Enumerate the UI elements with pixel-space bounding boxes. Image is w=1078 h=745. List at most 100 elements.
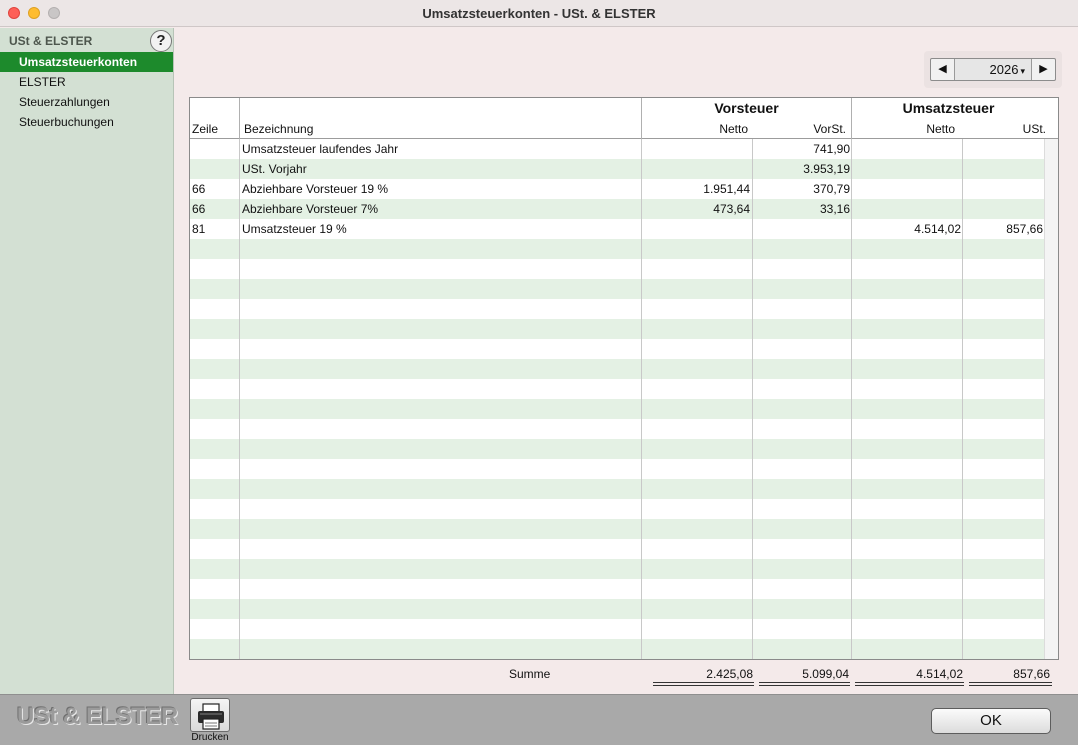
empty-table-row[interactable] <box>190 459 1044 479</box>
total-underline <box>969 682 1052 686</box>
table-row[interactable]: Umsatzsteuer laufendes Jahr 741,90 <box>190 139 1044 159</box>
year-selector: ◀ 2026 ▾ ▶ <box>924 51 1062 88</box>
bottom-toolbar: USt & ELSTER Drucken OK <box>0 694 1078 745</box>
empty-table-row[interactable] <box>190 299 1044 319</box>
cell-ust <box>963 199 1043 219</box>
column-divider <box>851 139 852 659</box>
sidebar-item-umsatzsteuerkonten[interactable]: Umsatzsteuerkonten <box>0 52 173 72</box>
column-divider <box>239 139 240 659</box>
print-button[interactable] <box>190 698 230 732</box>
empty-table-row[interactable] <box>190 519 1044 539</box>
cell-vorsteuer-netto <box>642 159 750 179</box>
table-row[interactable]: USt. Vorjahr 3.953,19 <box>190 159 1044 179</box>
empty-table-row[interactable] <box>190 439 1044 459</box>
empty-table-row[interactable] <box>190 339 1044 359</box>
empty-table-row[interactable] <box>190 239 1044 259</box>
header-ust[interactable]: USt. <box>963 122 1046 136</box>
header-umsatzsteuer-netto[interactable]: Netto <box>852 122 955 136</box>
summe-vorst: 5.099,04 <box>802 667 849 681</box>
vertical-scrollbar[interactable] <box>1044 139 1058 659</box>
print-button-label: Drucken <box>191 732 229 743</box>
total-underline <box>653 682 754 686</box>
cell-ust <box>963 159 1043 179</box>
cell-umsatzsteuer-netto <box>852 139 961 159</box>
cell-ust <box>963 139 1043 159</box>
empty-table-row[interactable] <box>190 599 1044 619</box>
sidebar-item-steuerbuchungen[interactable]: Steuerbuchungen <box>0 112 173 132</box>
cell-bezeichnung: Umsatzsteuer laufendes Jahr <box>242 142 399 156</box>
cell-vorsteuer-netto: 473,64 <box>713 202 750 216</box>
table-row[interactable]: 81 Umsatzsteuer 19 % 4.514,02 857,66 <box>190 219 1044 239</box>
printer-icon <box>198 703 224 730</box>
cell-vorsteuer-netto: 1.951,44 <box>703 182 750 196</box>
cell-umsatzsteuer-netto <box>852 199 961 219</box>
cell-vorsteuer-netto <box>642 139 750 159</box>
empty-table-row[interactable] <box>190 639 1044 659</box>
cell-bezeichnung: USt. Vorjahr <box>242 162 307 176</box>
header-vorst[interactable]: VorSt. <box>753 122 846 136</box>
cell-ust <box>963 179 1043 199</box>
sidebar-item-elster[interactable]: ELSTER <box>0 72 173 92</box>
column-divider <box>641 139 642 659</box>
window-title: Umsatzsteuerkonten - USt. & ELSTER <box>422 6 656 21</box>
empty-table-row[interactable] <box>190 379 1044 399</box>
header-bezeichnung[interactable]: Bezeichnung <box>244 122 444 136</box>
cell-ust: 857,66 <box>1006 222 1043 236</box>
next-year-button[interactable]: ▶ <box>1031 59 1055 80</box>
empty-table-row[interactable] <box>190 499 1044 519</box>
cell-bezeichnung: Abziehbare Vorsteuer 19 % <box>242 182 389 196</box>
summe-umsatzsteuer-netto: 4.514,02 <box>916 667 963 681</box>
tax-accounts-table: Vorsteuer Umsatzsteuer Zeile Bezeichnung… <box>189 97 1059 660</box>
table-row[interactable]: 66 Abziehbare Vorsteuer 7% 473,64 33,16 <box>190 199 1044 219</box>
sidebar: USt & ELSTER ? Umsatzsteuerkonten ELSTER… <box>0 28 174 694</box>
total-underline <box>855 682 964 686</box>
sidebar-section-title: USt & ELSTER <box>9 34 93 48</box>
cell-bezeichnung: Umsatzsteuer 19 % <box>242 222 347 236</box>
header-umsatzsteuer: Umsatzsteuer <box>902 100 995 116</box>
cell-zeile <box>192 159 236 179</box>
header-divider <box>239 98 240 139</box>
empty-table-row[interactable] <box>190 559 1044 579</box>
ok-button[interactable]: OK <box>931 708 1051 734</box>
cell-zeile <box>192 139 236 159</box>
table-row[interactable]: 66 Abziehbare Vorsteuer 19 % 1.951,44 37… <box>190 179 1044 199</box>
empty-table-row[interactable] <box>190 259 1044 279</box>
cell-umsatzsteuer-netto <box>852 179 961 199</box>
cell-vorst: 3.953,19 <box>803 162 850 176</box>
header-vorsteuer: Vorsteuer <box>714 100 779 116</box>
header-zeile[interactable]: Zeile <box>192 122 232 136</box>
cell-zeile: 66 <box>192 202 206 216</box>
cell-bezeichnung: Abziehbare Vorsteuer 7% <box>242 202 379 216</box>
column-divider <box>752 139 753 659</box>
sidebar-item-steuerzahlungen[interactable]: Steuerzahlungen <box>0 92 173 112</box>
cell-umsatzsteuer-netto: 4.514,02 <box>914 222 961 236</box>
cell-vorst: 370,79 <box>813 182 850 196</box>
header-vorsteuer-netto[interactable]: Netto <box>642 122 748 136</box>
empty-table-row[interactable] <box>190 279 1044 299</box>
summe-label: Summe <box>509 667 551 681</box>
empty-table-row[interactable] <box>190 539 1044 559</box>
empty-table-row[interactable] <box>190 359 1044 379</box>
year-dropdown[interactable]: 2026 ▾ <box>955 59 1031 80</box>
year-value: 2026 <box>989 62 1019 77</box>
year-stepper: ◀ 2026 ▾ ▶ <box>930 58 1056 81</box>
cell-vorst: 33,16 <box>819 202 850 216</box>
previous-year-button[interactable]: ◀ <box>931 59 955 80</box>
cell-zeile: 81 <box>192 222 206 236</box>
cell-vorsteuer-netto <box>642 219 750 239</box>
empty-table-row[interactable] <box>190 319 1044 339</box>
empty-table-row[interactable] <box>190 579 1044 599</box>
app-logo: USt & ELSTER <box>17 703 178 730</box>
table-header: Vorsteuer Umsatzsteuer Zeile Bezeichnung… <box>190 98 1058 139</box>
empty-table-row[interactable] <box>190 399 1044 419</box>
help-button[interactable]: ? <box>150 30 172 52</box>
column-divider <box>962 139 963 659</box>
title-bar: Umsatzsteuerkonten - USt. & ELSTER <box>0 0 1078 27</box>
empty-table-row[interactable] <box>190 479 1044 499</box>
cell-vorst <box>753 219 850 239</box>
empty-table-row[interactable] <box>190 619 1044 639</box>
chevron-down-icon: ▾ <box>1020 66 1025 76</box>
total-underline <box>759 682 850 686</box>
empty-table-row[interactable] <box>190 419 1044 439</box>
summe-ust: 857,66 <box>1013 667 1050 681</box>
